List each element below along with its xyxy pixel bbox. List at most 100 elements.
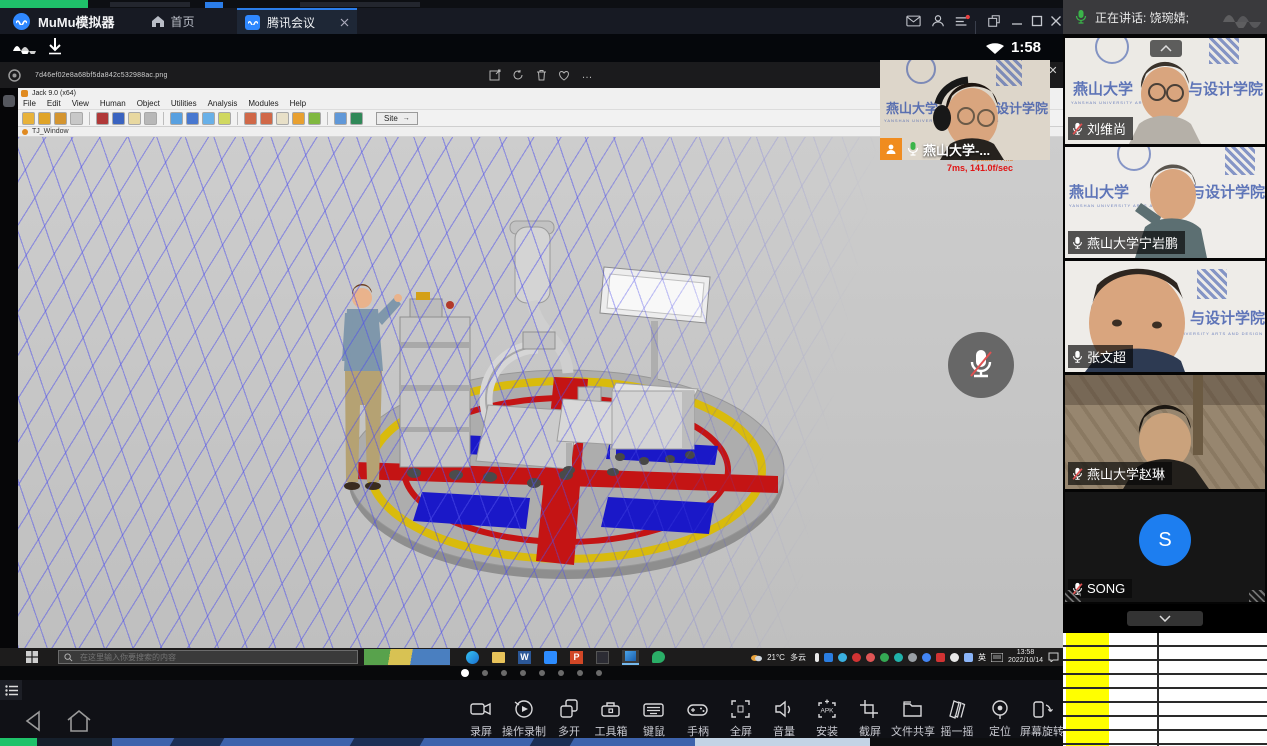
weather-temp[interactable]: 21°C <box>767 653 785 662</box>
rotate-image-icon[interactable] <box>511 68 525 82</box>
page-dot[interactable] <box>520 670 526 676</box>
menu-file[interactable]: File <box>23 99 36 108</box>
message-icon[interactable] <box>902 8 924 34</box>
menu-icon[interactable] <box>951 8 973 34</box>
app-drawer-icon[interactable] <box>3 95 15 107</box>
menu-object[interactable]: Object <box>137 99 160 108</box>
task-list-icon[interactable] <box>0 680 22 700</box>
page-dot-active[interactable] <box>461 669 469 677</box>
tab-tencent-meeting[interactable]: 腾讯会议 <box>237 8 357 34</box>
toolbar-gamepad[interactable]: 手柄 <box>675 698 721 739</box>
page-dot[interactable] <box>558 670 564 676</box>
toolbar-fullscreen[interactable]: 全屏 <box>718 698 764 739</box>
jack-tool-icon[interactable] <box>22 112 35 125</box>
toolbar-screenshot[interactable]: 截屏 <box>847 698 893 739</box>
word-icon[interactable]: W <box>518 651 531 664</box>
tray-icon[interactable] <box>936 653 945 662</box>
tencent-meeting-icon[interactable] <box>544 651 557 664</box>
expand-panel-button[interactable] <box>1127 611 1203 626</box>
jack-tool-icon[interactable] <box>112 112 125 125</box>
toolbar-rotate-screen[interactable]: 屏幕旋转 <box>1019 698 1065 739</box>
jack-tool-icon[interactable] <box>144 112 157 125</box>
more-options-icon[interactable]: … <box>580 68 594 82</box>
participant-tile[interactable]: S SONG <box>1065 492 1265 602</box>
menu-human[interactable]: Human <box>100 99 126 108</box>
collapse-panel-button[interactable] <box>1150 40 1182 57</box>
menu-analysis[interactable]: Analysis <box>208 99 238 108</box>
jack-tool-icon[interactable] <box>218 112 231 125</box>
menu-modules[interactable]: Modules <box>248 99 278 108</box>
presenter-video[interactable]: 燕山大学 与设计学院 YANSHAN UNIVERSITY ARTS AND D… <box>880 60 1050 160</box>
menu-edit[interactable]: Edit <box>47 99 61 108</box>
delete-image-icon[interactable] <box>534 68 548 82</box>
page-dot[interactable] <box>577 670 583 676</box>
home-button[interactable]: 首页 <box>151 13 195 30</box>
jack-tool-icon[interactable] <box>202 112 215 125</box>
jack-tool-icon[interactable] <box>260 112 273 125</box>
tray-icon[interactable] <box>964 653 973 662</box>
jack-tool-icon[interactable] <box>70 112 83 125</box>
jack-tool-icon[interactable] <box>308 112 321 125</box>
edge-icon[interactable] <box>466 651 479 664</box>
participant-tile[interactable]: 与设计学院 YANSHAN UNIVERSITY ARTS AND DESIGN… <box>1065 261 1265 372</box>
menu-utilities[interactable]: Utilities <box>171 99 197 108</box>
news-weather-widget[interactable] <box>364 649 450 665</box>
back-button[interactable] <box>16 704 50 738</box>
taskbar-clock[interactable]: 13:58 2022/10/14 <box>1008 649 1043 666</box>
edit-image-icon[interactable] <box>488 68 502 82</box>
toolbar-record-screen[interactable]: 录屏 <box>458 698 504 739</box>
toolbar-macro-record[interactable]: 操作录制 <box>501 698 547 739</box>
page-dot[interactable] <box>482 670 488 676</box>
tab-close-icon[interactable] <box>340 18 349 27</box>
ime-indicator[interactable]: 英 <box>978 652 986 663</box>
toolbar-toolbox[interactable]: 工具箱 <box>588 698 634 739</box>
page-dot[interactable] <box>501 670 507 676</box>
home-nav-button[interactable] <box>62 704 96 738</box>
menu-view[interactable]: View <box>72 99 89 108</box>
jack-3d-viewport[interactable] <box>18 137 1063 648</box>
minimize-icon[interactable] <box>1006 8 1028 34</box>
jack-tool-icon[interactable] <box>96 112 109 125</box>
jack-tool-icon[interactable] <box>170 112 183 125</box>
tray-icon[interactable] <box>950 653 959 662</box>
toolbar-shake[interactable]: 摇一摇 <box>934 698 980 739</box>
jack-tool-icon[interactable] <box>54 112 67 125</box>
menu-help[interactable]: Help <box>290 99 306 108</box>
powerpoint-icon[interactable]: P <box>570 651 583 664</box>
wechat-icon[interactable] <box>652 651 665 663</box>
tray-mic-icon[interactable] <box>815 653 819 662</box>
touch-keyboard-icon[interactable] <box>991 653 1003 662</box>
resize-window-icon[interactable] <box>983 8 1005 34</box>
toolbar-keyboard-mouse[interactable]: 键鼠 <box>631 698 677 739</box>
mute-toggle-button[interactable] <box>948 332 1014 398</box>
toolbar-location[interactable]: 定位 <box>977 698 1023 739</box>
start-button-icon[interactable] <box>26 651 38 663</box>
toolbar-volume[interactable]: 音量 <box>761 698 807 739</box>
favorite-image-icon[interactable] <box>557 68 571 82</box>
tray-icon[interactable] <box>852 653 861 662</box>
tray-icon[interactable] <box>880 653 889 662</box>
toolbar-file-share[interactable]: 文件共享 <box>890 698 936 739</box>
resize-grip[interactable] <box>1249 590 1265 602</box>
site-dropdown[interactable]: Site → <box>376 112 418 125</box>
image-viewer-taskbar-icon[interactable] <box>622 650 639 665</box>
file-explorer-icon[interactable] <box>492 652 505 663</box>
page-dot[interactable] <box>596 670 602 676</box>
search-input[interactable] <box>78 652 328 663</box>
resize-grip[interactable] <box>1065 590 1081 602</box>
toolbar-install-apk[interactable]: APK 安装 <box>804 698 850 739</box>
tray-icon[interactable] <box>838 653 847 662</box>
weather-desc[interactable]: 多云 <box>790 652 806 663</box>
jack-tool-icon[interactable] <box>276 112 289 125</box>
account-icon[interactable] <box>927 8 949 34</box>
jack-tool-icon[interactable] <box>186 112 199 125</box>
taskbar-search[interactable] <box>58 650 358 664</box>
participant-tile[interactable]: 燕山大学赵琳 <box>1065 375 1265 489</box>
notification-center-icon[interactable] <box>1048 652 1059 662</box>
tray-icon[interactable] <box>824 653 833 662</box>
participant-tile[interactable]: 燕山大学 与设计学院 YANSHAN UNIVERSITY ARTS AND D… <box>1065 147 1265 258</box>
jack-tool-icon[interactable] <box>334 112 347 125</box>
jack-tool-icon[interactable] <box>292 112 305 125</box>
jack-tool-icon[interactable] <box>128 112 141 125</box>
download-icon[interactable] <box>46 36 64 56</box>
